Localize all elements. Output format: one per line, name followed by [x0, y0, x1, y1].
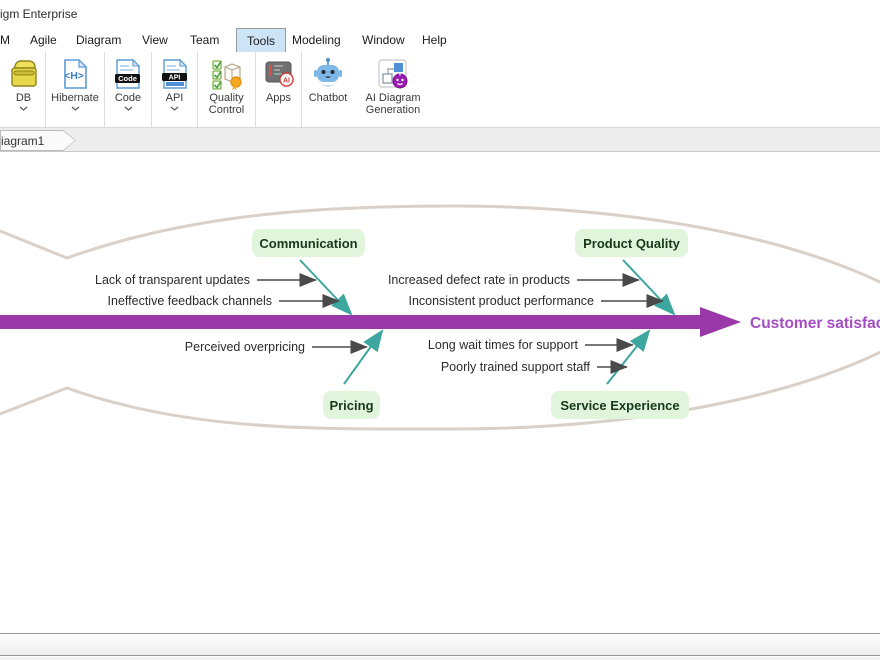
cause-inconsistent-product-performance[interactable]: Inconsistent product performance — [408, 294, 663, 308]
bone-service-experience[interactable] — [607, 331, 649, 384]
apps-button[interactable]: AI Apps — [256, 52, 302, 127]
svg-text:<H>: <H> — [64, 70, 84, 82]
bone-product-quality[interactable] — [623, 260, 674, 314]
bone-communication[interactable] — [300, 260, 351, 314]
svg-text:Perceived overpricing: Perceived overpricing — [185, 340, 305, 354]
menu-item-view[interactable]: View — [142, 28, 168, 52]
ai-diagram-generation-button[interactable]: AI Diagram Generation — [354, 52, 432, 127]
dropdown-chevron-icon[interactable] — [19, 106, 28, 111]
effect-label[interactable]: Customer satisfaction — [750, 315, 880, 332]
diagram-canvas[interactable]: Customer satisfaction Communication Prod… — [0, 152, 880, 633]
db-button-label: DB — [16, 92, 31, 104]
menu-item-team[interactable]: Team — [190, 28, 219, 52]
chatbot-button-label: Chatbot — [309, 92, 348, 104]
svg-text:Service Experience: Service Experience — [560, 398, 679, 413]
code-file-icon: Code — [110, 55, 146, 92]
apps-icon: AI — [261, 55, 297, 92]
svg-text:Long wait times for support: Long wait times for support — [428, 338, 579, 352]
svg-text:Communication: Communication — [259, 236, 357, 251]
menu-item-tools[interactable]: Tools — [236, 28, 286, 52]
code-button-label: Code — [115, 92, 141, 104]
svg-text:Poorly trained support staff: Poorly trained support staff — [441, 360, 591, 374]
cause-increased-defect-rate[interactable]: Increased defect rate in products — [388, 273, 639, 287]
svg-text:API: API — [168, 74, 180, 81]
ai-diagram-generation-button-label: AI Diagram Generation — [354, 92, 432, 116]
diagram-tab-strip: iagram1 — [0, 128, 880, 152]
window-title: igm Enterprise — [0, 7, 77, 21]
dropdown-chevron-icon[interactable] — [170, 106, 179, 111]
api-file-icon: API — [157, 55, 193, 92]
hibernate-button[interactable]: <H> Hibernate — [46, 52, 105, 127]
menu-item-m[interactable]: M — [0, 28, 10, 52]
bone-pricing[interactable] — [344, 331, 382, 384]
svg-text:AI: AI — [283, 77, 290, 84]
quality-control-button-label: Quality Control — [198, 92, 255, 116]
apps-button-label: Apps — [266, 92, 291, 104]
category-product-quality[interactable]: Product Quality — [575, 229, 688, 257]
api-button[interactable]: API API — [152, 52, 198, 127]
menu-item-diagram[interactable]: Diagram — [76, 28, 121, 52]
api-button-label: API — [166, 92, 184, 104]
hibernate-button-label: Hibernate — [51, 92, 99, 104]
menu-item-agile[interactable]: Agile — [30, 28, 57, 52]
menu-item-modeling[interactable]: Modeling — [292, 28, 341, 52]
title-bar: igm Enterprise — [0, 0, 880, 28]
menu-item-help[interactable]: Help — [422, 28, 447, 52]
svg-text:Code: Code — [118, 74, 137, 83]
svg-text:Lack of transparent updates: Lack of transparent updates — [95, 273, 250, 287]
menu-bar: M Agile Diagram View Team Tools Modeling… — [0, 28, 880, 52]
quality-control-button[interactable]: Quality Control — [198, 52, 256, 127]
category-service-experience[interactable]: Service Experience — [551, 391, 689, 419]
code-button[interactable]: Code Code — [105, 52, 152, 127]
svg-text:Ineffective feedback channels: Ineffective feedback channels — [108, 294, 272, 308]
fishbone-spine[interactable] — [0, 307, 741, 337]
category-communication[interactable]: Communication — [252, 229, 365, 257]
status-bar — [0, 633, 880, 656]
cause-perceived-overpricing[interactable]: Perceived overpricing — [185, 340, 367, 354]
ai-diagram-generation-icon — [375, 55, 411, 92]
svg-text:Product Quality: Product Quality — [583, 236, 681, 251]
database-icon — [6, 55, 42, 92]
cause-ineffective-feedback-channels[interactable]: Ineffective feedback channels — [108, 294, 339, 308]
quality-control-icon — [209, 55, 245, 92]
ribbon-toolbar: DB <H> Hibernate Code — [0, 52, 880, 128]
cause-long-wait-times[interactable]: Long wait times for support — [428, 338, 633, 352]
svg-text:Increased defect rate in produ: Increased defect rate in products — [388, 273, 570, 287]
chatbot-icon — [310, 55, 346, 92]
menu-item-window[interactable]: Window — [362, 28, 405, 52]
dropdown-chevron-icon[interactable] — [124, 106, 133, 111]
svg-text:Pricing: Pricing — [329, 398, 373, 413]
chatbot-button[interactable]: Chatbot — [302, 52, 354, 127]
tab-diagram1[interactable]: iagram1 — [0, 130, 76, 151]
svg-text:Inconsistent product performan: Inconsistent product performance — [408, 294, 594, 308]
category-pricing[interactable]: Pricing — [323, 391, 380, 419]
cause-poorly-trained-staff[interactable]: Poorly trained support staff — [441, 360, 627, 374]
dropdown-chevron-icon[interactable] — [71, 106, 80, 111]
cause-lack-of-transparent-updates[interactable]: Lack of transparent updates — [95, 273, 316, 287]
hibernate-icon: <H> — [57, 55, 93, 92]
tab-diagram1-label: iagram1 — [1, 134, 44, 148]
db-button[interactable]: DB — [2, 52, 46, 127]
